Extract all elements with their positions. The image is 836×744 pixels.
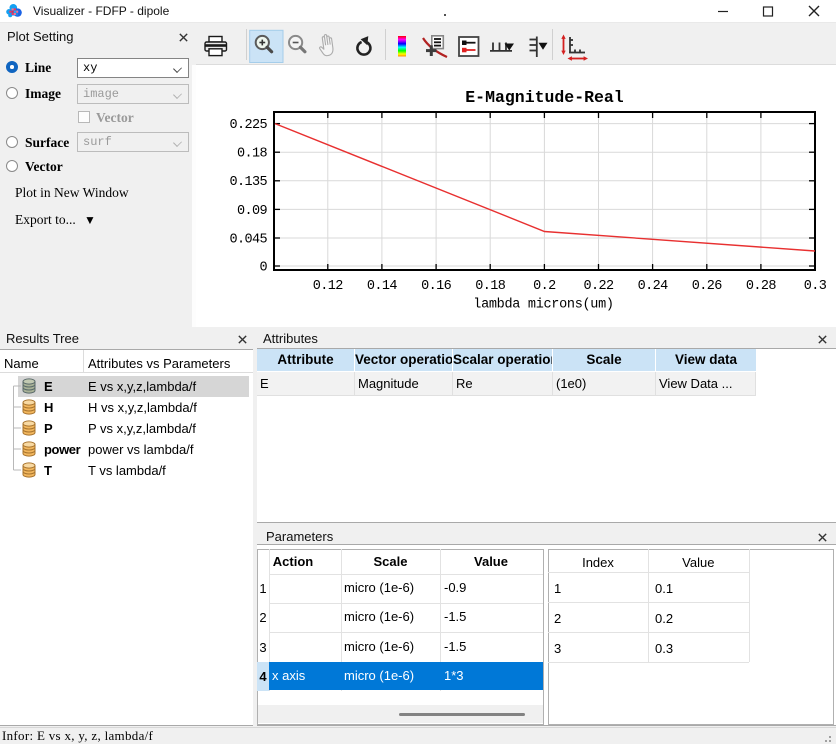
svg-text:E-Magnitude-Real: E-Magnitude-Real [465,88,624,107]
svg-text:0.225: 0.225 [229,118,267,133]
svg-text:0.3: 0.3 [804,279,827,294]
svg-text:0.18: 0.18 [237,147,268,162]
svg-text:0: 0 [259,260,267,275]
svg-text:0.135: 0.135 [229,175,267,190]
svg-text:0.16: 0.16 [421,279,452,294]
svg-text:0.12: 0.12 [313,279,344,294]
svg-text:0.22: 0.22 [583,279,614,294]
svg-text:lambda microns(um): lambda microns(um) [473,298,613,313]
svg-text:0.26: 0.26 [692,279,723,294]
svg-text:0.045: 0.045 [229,232,267,247]
svg-text:0.2: 0.2 [533,279,556,294]
svg-text:0.24: 0.24 [638,279,669,294]
svg-text:0.28: 0.28 [746,279,777,294]
svg-text:0.09: 0.09 [237,204,268,219]
svg-text:0.18: 0.18 [475,279,506,294]
svg-text:0.14: 0.14 [367,279,398,294]
